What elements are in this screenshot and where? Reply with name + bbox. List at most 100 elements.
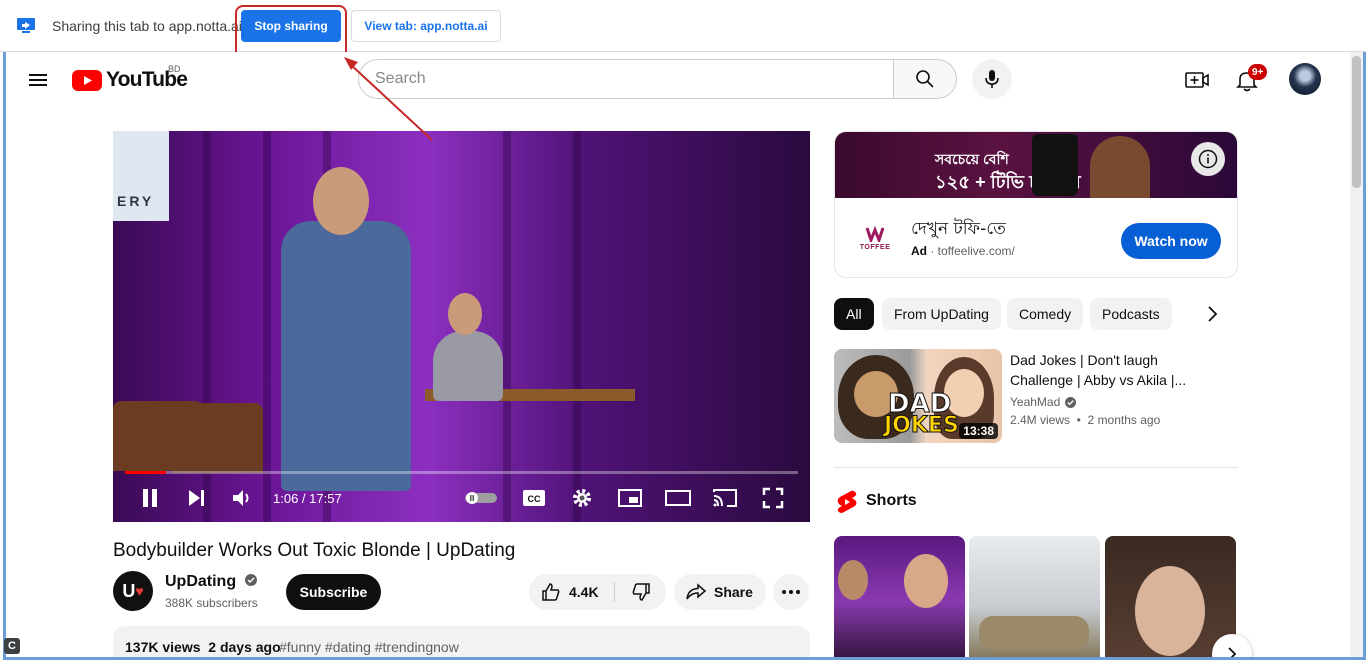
recommended-video-stats: 2.4M views • 2 months ago	[1010, 413, 1161, 427]
chevron-right-icon	[1228, 647, 1237, 657]
chip-comedy[interactable]: Comedy	[1007, 298, 1084, 330]
autoplay-toggle-icon	[465, 492, 497, 504]
search-input[interactable]: Search	[358, 59, 894, 99]
create-video-icon[interactable]	[1184, 68, 1210, 92]
cast-button[interactable]	[712, 485, 738, 511]
thumbs-up-icon	[542, 583, 560, 601]
thumbs-down-icon	[632, 583, 650, 601]
channel-avatar[interactable]: U ♥	[113, 571, 153, 611]
shorts-icon	[837, 490, 857, 513]
comedian-figure	[281, 221, 411, 491]
miniplayer-button[interactable]	[617, 485, 643, 511]
share-arrow-icon	[686, 583, 706, 600]
share-button[interactable]: Share	[674, 574, 766, 610]
ad-banner[interactable]: সবচেয়ে বেশি ১২৫ + টিভি চ্যানেল	[835, 132, 1237, 198]
shorts-next-button[interactable]	[1212, 634, 1252, 657]
microphone-icon	[985, 70, 999, 88]
hashtags[interactable]: #funny #dating #trendingnow	[279, 639, 459, 655]
theater-mode-button[interactable]	[664, 485, 692, 511]
voice-search-button[interactable]	[972, 59, 1012, 99]
gear-icon	[573, 489, 591, 507]
like-dislike-group: 4.4K	[529, 574, 666, 610]
info-icon	[1198, 149, 1218, 169]
svg-text:CC: CC	[528, 494, 541, 504]
settings-button[interactable]	[569, 485, 595, 511]
ad-card[interactable]: সবচেয়ে বেশি ১২৫ + টিভি চ্যানেল TOFFEE দ…	[834, 131, 1238, 278]
playback-time: 1:06 / 17:57	[273, 491, 342, 506]
venue-sign: ERY	[113, 131, 169, 221]
toffee-logo[interactable]: TOFFEE	[855, 218, 895, 258]
shorts-heading: Shorts	[866, 492, 917, 509]
progress-played	[125, 471, 167, 474]
next-button[interactable]	[183, 485, 209, 511]
scrollbar-thumb[interactable]	[1352, 56, 1361, 188]
ad-info-button[interactable]	[1191, 142, 1225, 176]
volume-icon	[233, 490, 249, 506]
pause-button[interactable]	[137, 485, 163, 511]
ad-person-image	[1090, 136, 1150, 198]
section-divider	[834, 467, 1238, 468]
ad-title[interactable]: দেখুন টফি-তে	[911, 216, 1006, 244]
pause-icon	[143, 489, 157, 507]
like-button[interactable]: 4.4K	[529, 574, 614, 610]
youtube-play-logo-icon	[72, 69, 102, 91]
ad-url: toffeelive.com/	[937, 244, 1015, 258]
hamburger-menu-icon[interactable]	[26, 68, 50, 92]
dislike-button[interactable]	[615, 574, 666, 610]
chevron-right-icon[interactable]	[1202, 304, 1222, 324]
progress-bar[interactable]	[125, 471, 798, 474]
theater-mode-icon	[665, 490, 691, 506]
toffee-logo-icon	[865, 225, 885, 242]
fullscreen-button[interactable]	[760, 485, 786, 511]
cast-icon	[713, 489, 737, 507]
like-count: 4.4K	[569, 584, 599, 600]
captions-button[interactable]: CC	[521, 485, 547, 511]
video-duration: 13:38	[959, 423, 998, 439]
thumbnail-text-jokes: JOKES	[884, 413, 960, 439]
youtube-page: YouTube BD Search 9+ ERY 1:06 / 17:57 CC…	[3, 52, 1366, 660]
verified-badge-icon	[244, 574, 257, 586]
country-code: BD	[168, 64, 181, 74]
fullscreen-icon	[762, 487, 784, 509]
user-avatar[interactable]	[1289, 63, 1321, 95]
search-button[interactable]	[893, 59, 957, 99]
autoplay-toggle[interactable]	[463, 485, 499, 511]
channel-name-text: UpDating	[165, 573, 237, 590]
subscribe-button[interactable]: Subscribe	[286, 574, 381, 610]
recommended-channel-name: YeahMad	[1010, 395, 1061, 409]
search-placeholder: Search	[375, 70, 426, 87]
miniplayer-icon	[618, 489, 642, 507]
verified-badge-icon	[1065, 396, 1077, 408]
volume-button[interactable]	[229, 485, 255, 511]
recommended-video-title[interactable]: Dad Jokes | Don't laugh Challenge | Abby…	[1010, 350, 1200, 390]
closed-captions-icon: CC	[523, 490, 545, 506]
video-title: Bodybuilder Works Out Toxic Blonde | UpD…	[113, 540, 516, 561]
more-horizontal-icon	[782, 590, 800, 594]
ad-phone-image	[1032, 134, 1078, 196]
recommended-channel[interactable]: YeahMad	[1010, 395, 1077, 409]
watch-now-button[interactable]: Watch now	[1121, 223, 1221, 259]
chip-all[interactable]: All	[834, 298, 874, 330]
chip-from-updating[interactable]: From UpDating	[882, 298, 1001, 330]
short-thumbnail[interactable]	[834, 536, 965, 657]
recommended-video-thumbnail[interactable]: DAD JOKES 13:38	[834, 349, 1002, 443]
corner-app-badge: C	[4, 638, 20, 654]
ad-meta: Ad · toffeelive.com/	[911, 244, 1015, 258]
toffee-logo-text: TOFFEE	[859, 243, 891, 251]
tab-sharing-bar: Sharing this tab to app.notta.ai Stop sh…	[0, 0, 1366, 59]
venue-sign-text: ERY	[117, 193, 155, 209]
short-thumbnail[interactable]	[969, 536, 1100, 657]
stop-sharing-button[interactable]: Stop sharing	[241, 10, 341, 42]
chip-podcasts[interactable]: Podcasts	[1090, 298, 1172, 330]
channel-avatar-initial: U	[122, 580, 136, 601]
share-label: Share	[714, 584, 753, 600]
subscriber-count: 388K subscribers	[165, 596, 258, 610]
skip-next-icon	[189, 490, 204, 506]
description-box[interactable]: 137K views 2 days ago #funny #dating #tr…	[113, 626, 810, 657]
more-actions-button[interactable]	[773, 574, 809, 610]
view-tab-button[interactable]: View tab: app.notta.ai	[351, 10, 501, 42]
screen-share-icon	[17, 18, 35, 33]
channel-name[interactable]: UpDating	[165, 573, 257, 591]
view-count-date: 137K views 2 days ago	[125, 639, 281, 655]
video-player[interactable]: ERY 1:06 / 17:57 CC	[113, 131, 810, 522]
